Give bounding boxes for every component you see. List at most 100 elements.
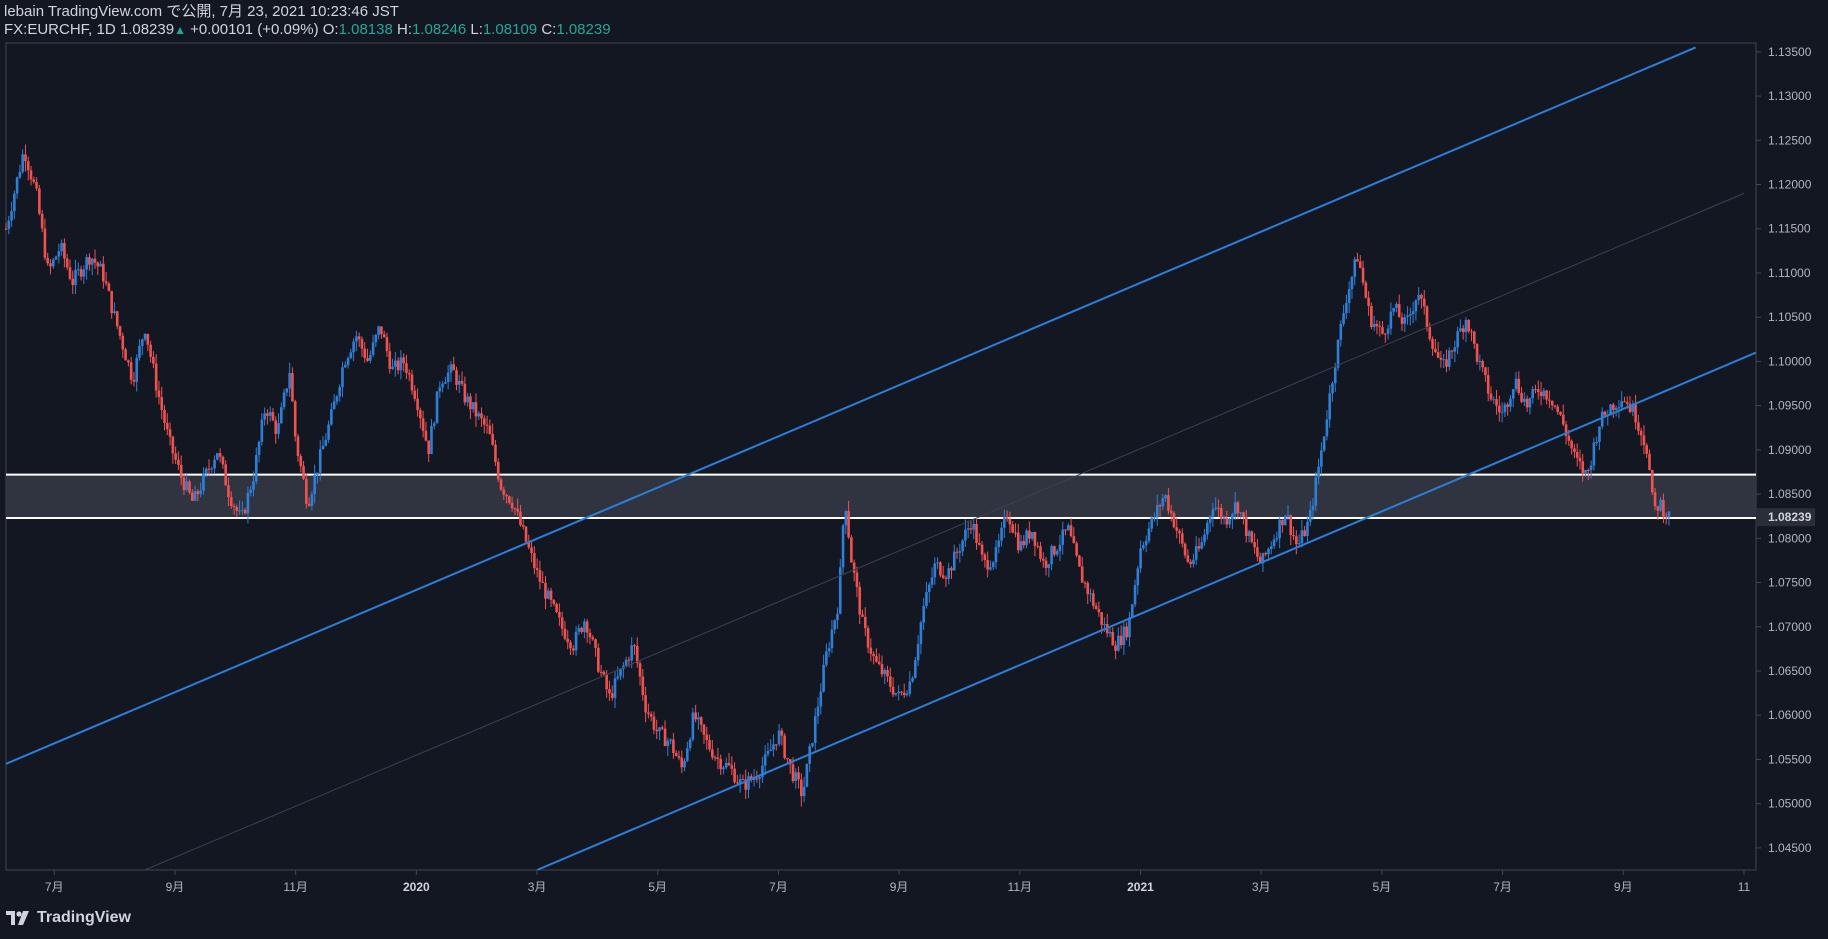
- support-zone-fill: [6, 474, 1756, 518]
- candle-body: [416, 398, 419, 411]
- price-tick-label: 1.08500: [1768, 487, 1812, 501]
- candle-body: [1520, 392, 1523, 402]
- price-chart[interactable]: 1.13500 1.13000 1.12500 1.12000 1.11500 1.110…: [0, 0, 1828, 905]
- candle-body: [1509, 398, 1512, 407]
- candle-body: [1178, 530, 1181, 534]
- candle-body: [435, 391, 439, 424]
- candle-body: [1086, 583, 1090, 595]
- candle-body: [343, 365, 347, 368]
- candle-body: [1353, 259, 1357, 277]
- candle-body: [1158, 505, 1162, 507]
- candle-body: [457, 380, 461, 385]
- candle-body: [660, 727, 664, 729]
- candle-body: [919, 622, 923, 645]
- candle-body: [902, 692, 906, 696]
- candle-body: [1498, 405, 1501, 413]
- candle-body: [1556, 406, 1560, 412]
- candle-body: [1456, 331, 1459, 348]
- candle-body: [1461, 328, 1465, 333]
- candle-body: [716, 757, 720, 759]
- candle-body: [786, 757, 789, 760]
- candle-body: [93, 258, 97, 263]
- candle-body: [202, 473, 205, 491]
- candle-body: [480, 413, 483, 419]
- candle-body: [1328, 393, 1331, 420]
- footer-brand[interactable]: TradingView: [6, 909, 131, 927]
- candle-body: [10, 210, 13, 221]
- candle-body: [13, 193, 16, 211]
- candle-body: [35, 181, 38, 189]
- candle-body: [830, 629, 834, 649]
- candle-body: [1406, 315, 1409, 318]
- candle-body: [243, 509, 247, 514]
- price-axis[interactable]: 1.13500 1.13000 1.12500 1.12000 1.11500 1.110…: [1756, 45, 1815, 855]
- candle-body: [1103, 624, 1106, 626]
- candle-body: [177, 459, 180, 465]
- candle-body: [1536, 389, 1540, 393]
- candle-body: [841, 525, 845, 568]
- candle-body: [1069, 525, 1073, 537]
- candle-body: [1664, 516, 1668, 518]
- trend-channel[interactable]: [6, 46, 1756, 870]
- candle-body: [1623, 401, 1626, 403]
- time-tick-label: 9月: [166, 880, 185, 894]
- last-price-label: 1.08239: [1768, 510, 1812, 524]
- plot-frame: [5, 42, 1757, 871]
- candle-body: [1036, 545, 1040, 547]
- candle-body: [249, 489, 253, 493]
- candle-body: [149, 344, 152, 357]
- candle-body: [591, 637, 595, 640]
- candle-body: [438, 387, 442, 392]
- candle-body: [538, 569, 542, 582]
- candle-body: [577, 627, 581, 632]
- time-tick-label: 7月: [45, 880, 64, 894]
- candle-body: [861, 614, 864, 617]
- candle-body: [825, 651, 828, 665]
- candle-body: [505, 494, 508, 497]
- candle-body: [966, 528, 970, 530]
- candle-body: [1420, 294, 1423, 299]
- candle-body: [43, 228, 47, 258]
- candle-body: [827, 648, 831, 652]
- candle-body: [104, 281, 108, 284]
- candle-body: [875, 656, 878, 662]
- candle-body: [947, 568, 951, 579]
- candle-body: [1155, 505, 1159, 518]
- candle-body: [1409, 314, 1412, 316]
- candle-body: [1142, 545, 1145, 549]
- candle-body: [1292, 534, 1295, 537]
- candle-body: [886, 670, 889, 677]
- candle-body: [686, 748, 689, 761]
- candle-body: [432, 423, 436, 427]
- candle-body: [914, 660, 917, 678]
- candle-body: [196, 491, 200, 495]
- candle-body: [1517, 378, 1521, 393]
- candle-body: [40, 213, 44, 229]
- candle-body: [936, 562, 939, 564]
- candle-body: [1650, 469, 1654, 493]
- candle-body: [1592, 442, 1596, 466]
- candle-body: [1553, 405, 1557, 407]
- candle-body: [552, 599, 556, 604]
- time-axis[interactable]: 7月 9月 11月 2020 3月 5月 7月 9月 11月 2021 3月 5月 7月 9月 11: [45, 870, 1751, 894]
- candle-body: [811, 743, 814, 747]
- candle-body: [1181, 533, 1184, 544]
- candle-body: [1194, 546, 1198, 560]
- candle-body: [1147, 528, 1151, 541]
- candle-body: [1339, 323, 1343, 340]
- candle-body: [441, 383, 444, 388]
- candle-body: [719, 758, 722, 770]
- candle-body: [293, 401, 297, 437]
- candle-body: [747, 776, 750, 790]
- candle-body: [1428, 327, 1432, 339]
- candle-body: [238, 510, 241, 512]
- candle-body: [972, 524, 976, 530]
- candle-body: [107, 283, 111, 291]
- candle-body: [1325, 419, 1329, 437]
- candle-body: [994, 547, 998, 563]
- support-zone[interactable]: [6, 473, 1756, 519]
- candle-body: [736, 782, 739, 784]
- candle-body: [1161, 498, 1165, 507]
- candle-body: [688, 739, 692, 749]
- candle-body: [1492, 399, 1496, 401]
